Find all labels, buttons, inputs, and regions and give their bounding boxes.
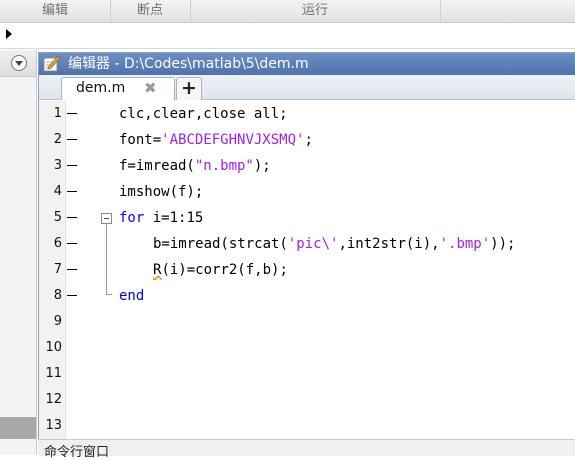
editor-tab-bar: dem.m ✖ + <box>39 75 575 100</box>
command-window-header[interactable]: 命令行窗口 <box>38 439 575 460</box>
line-number: 10 <box>45 340 62 355</box>
line-number: 6 <box>53 236 62 251</box>
code-line-10: 10 <box>39 335 575 361</box>
string-literal: 'pic\' <box>287 236 339 252</box>
code-token: ); <box>253 158 271 174</box>
tab-label: dem.m <box>76 80 126 96</box>
code-token: i=1:15 <box>144 210 204 226</box>
panel-menu-dropdown-icon[interactable] <box>11 55 27 71</box>
executable-line-marker[interactable] <box>67 113 77 114</box>
current-folder-bar <box>0 23 575 49</box>
tab-dem-m[interactable]: dem.m ✖ <box>61 77 175 100</box>
close-tab-icon[interactable]: ✖ <box>144 79 157 97</box>
code-token: f=imread( <box>119 158 195 174</box>
code-line-1: 1 clc,clear,close all; <box>39 101 575 127</box>
code-text: font='ABCDEFGHNVJXSMQ'; <box>119 127 313 153</box>
fold-toggle-icon[interactable] <box>101 213 112 224</box>
string-literal: "n.bmp" <box>194 158 254 174</box>
line-number: 3 <box>53 158 62 173</box>
code-text: imshow(f); <box>119 184 204 200</box>
toolstrip: 编辑 断点 运行 <box>0 0 575 23</box>
code-text: clc,clear,close all; <box>119 106 288 122</box>
line-number: 13 <box>45 418 62 433</box>
executable-line-marker[interactable] <box>67 295 77 296</box>
line-number: 1 <box>53 106 62 121</box>
editor-window: 编辑器 - D:\Codes\matlab\5\dem.m dem.m ✖ + … <box>38 52 575 440</box>
code-line-9: 9 <box>39 309 575 335</box>
code-text: for i=1:15 <box>119 205 203 231</box>
section-edit[interactable]: 编辑 <box>0 0 111 22</box>
line-number: 12 <box>45 392 62 407</box>
code-text: R(i)=corr2(f,b); <box>153 257 288 283</box>
line-number: 8 <box>53 288 62 303</box>
executable-line-marker[interactable] <box>67 243 77 244</box>
code-token: )); <box>490 236 516 252</box>
left-panel-scroll-area <box>0 417 36 439</box>
code-token: ; <box>304 132 313 148</box>
line-number: 4 <box>53 184 62 199</box>
code-token: font= <box>119 132 162 148</box>
expand-arrow-icon[interactable] <box>6 29 12 39</box>
line-number: 9 <box>53 314 62 329</box>
line-number: 5 <box>53 210 62 225</box>
section-breakpoints[interactable]: 断点 <box>110 0 191 22</box>
code-line-5: 5 for i=1:15 <box>39 205 575 231</box>
executable-line-marker[interactable] <box>67 269 77 270</box>
editor-title-bar: 编辑器 - D:\Codes\matlab\5\dem.m <box>39 53 575 75</box>
line-number: 7 <box>53 262 62 277</box>
executable-line-marker[interactable] <box>67 191 77 192</box>
fold-guide-line <box>106 224 107 294</box>
left-panel <box>0 50 37 455</box>
keyword-for: for <box>119 210 145 226</box>
executable-line-marker[interactable] <box>67 165 77 166</box>
editor-title: 编辑器 - D:\Codes\matlab\5\dem.m <box>68 56 309 72</box>
editor-pencil-icon <box>43 56 61 72</box>
code-area[interactable]: 1 clc,clear,close all; 2 font='ABCDEFGHN… <box>39 101 575 439</box>
section-run[interactable]: 运行 <box>190 0 441 22</box>
add-tab-button[interactable]: + <box>176 77 202 100</box>
left-panel-header <box>0 50 36 77</box>
code-token: (i)=corr2(f,b); <box>161 262 288 278</box>
code-text: f=imread("n.bmp"); <box>119 153 271 179</box>
keyword-end: end <box>119 288 145 304</box>
line-number: 11 <box>45 366 62 381</box>
code-line-13: 13 <box>39 413 575 439</box>
code-line-6: 6 b=imread(strcat('pic\',int2str(i),'.bm… <box>39 231 575 257</box>
string-literal: '.bmp' <box>439 236 491 252</box>
code-token: ,int2str(i), <box>338 236 440 252</box>
code-line-2: 2 font='ABCDEFGHNVJXSMQ'; <box>39 127 575 153</box>
code-line-3: 3 f=imread("n.bmp"); <box>39 153 575 179</box>
string-literal: 'ABCDEFGHNVJXSMQ' <box>161 132 305 148</box>
code-line-7: 7 R(i)=corr2(f,b); <box>39 257 575 283</box>
executable-line-marker[interactable] <box>67 139 77 140</box>
executable-line-marker[interactable] <box>67 217 77 218</box>
fold-end-marker <box>106 294 112 295</box>
code-line-8: 8 end <box>39 283 575 309</box>
line-number: 2 <box>53 132 62 147</box>
code-line-4: 4 imshow(f); <box>39 179 575 205</box>
code-text: b=imread(strcat('pic\',int2str(i),'.bmp'… <box>153 231 515 257</box>
code-line-12: 12 <box>39 387 575 413</box>
code-line-11: 11 <box>39 361 575 387</box>
code-token: b=imread(strcat( <box>153 236 288 252</box>
command-window-title: 命令行窗口 <box>44 445 110 460</box>
